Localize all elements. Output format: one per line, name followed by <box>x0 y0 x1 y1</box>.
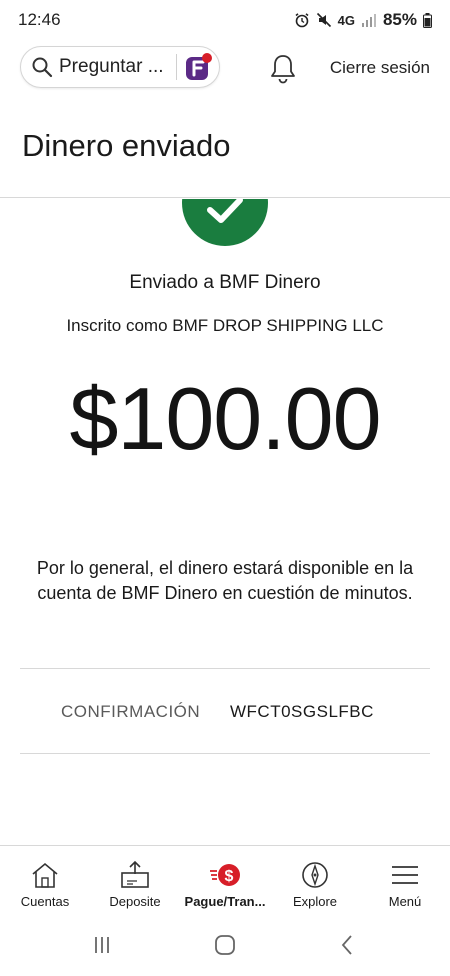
nav-label: Explore <box>292 894 338 909</box>
mute-icon <box>316 12 331 28</box>
signal-icon <box>361 14 376 27</box>
battery-level: 85% <box>382 10 417 29</box>
page-title: Dinero enviado <box>22 128 231 163</box>
nav-item-menu[interactable]: Menú <box>360 846 450 914</box>
search-divider <box>175 54 177 80</box>
pay-transfer-icon: $ <box>210 864 240 886</box>
signout-link[interactable]: Cierre sesión <box>330 58 430 78</box>
confirmation-label: CONFIRMACIÓN <box>61 702 201 721</box>
system-nav-bar <box>0 913 450 976</box>
house-icon <box>32 862 58 888</box>
sent-to-text: Enviado a BMF Dinero <box>129 272 321 293</box>
amount-sent: $100.00 <box>69 369 381 468</box>
confirmation-divider-top <box>20 668 430 669</box>
assistant-logo-icon <box>185 53 212 80</box>
enrolled-as-text: Inscrito como BMF DROP SHIPPING LLC <box>66 316 384 335</box>
bottom-nav: Cuentas Deposite $ Pague/Tran... Explore… <box>0 845 450 914</box>
confirmation-divider-bottom <box>20 753 430 754</box>
deposit-icon <box>121 860 149 888</box>
recent-apps-icon[interactable] <box>89 932 115 958</box>
nav-label: Cuentas <box>20 894 70 909</box>
back-icon[interactable] <box>335 932 361 958</box>
app-header: Preguntar ... Cierre sesión <box>0 40 450 96</box>
notifications-bell-icon[interactable] <box>268 52 298 84</box>
nav-item-cuentas[interactable]: Cuentas <box>0 846 90 914</box>
availability-note: Por lo general, el dinero estará disponi… <box>36 558 414 603</box>
home-button-icon[interactable] <box>212 932 238 958</box>
status-bar: 12:46 4G 85% <box>0 0 450 40</box>
nav-item-deposite[interactable]: Deposite <box>90 846 180 914</box>
nav-label: Menú <box>388 894 422 909</box>
nav-item-explore[interactable]: Explore <box>270 846 360 914</box>
search-placeholder: Preguntar ... <box>59 56 164 77</box>
status-time: 12:46 <box>18 10 61 29</box>
nav-item-pague-transfiera[interactable]: $ Pague/Tran... <box>180 846 270 914</box>
network-type: 4G <box>337 12 355 28</box>
alarm-icon <box>295 13 309 28</box>
menu-icon <box>392 866 418 884</box>
title-divider <box>0 197 450 198</box>
svg-text:$: $ <box>225 868 234 885</box>
search-icon <box>32 57 53 78</box>
status-icons: 4G 85% <box>294 10 432 30</box>
success-check-icon <box>182 160 268 246</box>
nav-label: Deposite <box>109 894 161 909</box>
compass-icon <box>302 862 328 888</box>
nav-label: Pague/Tran... <box>184 894 266 909</box>
battery-icon <box>423 12 432 28</box>
confirmation-number: WFCT0SGSLFBC <box>230 702 374 721</box>
search-assistant-button[interactable]: Preguntar ... <box>20 46 220 88</box>
